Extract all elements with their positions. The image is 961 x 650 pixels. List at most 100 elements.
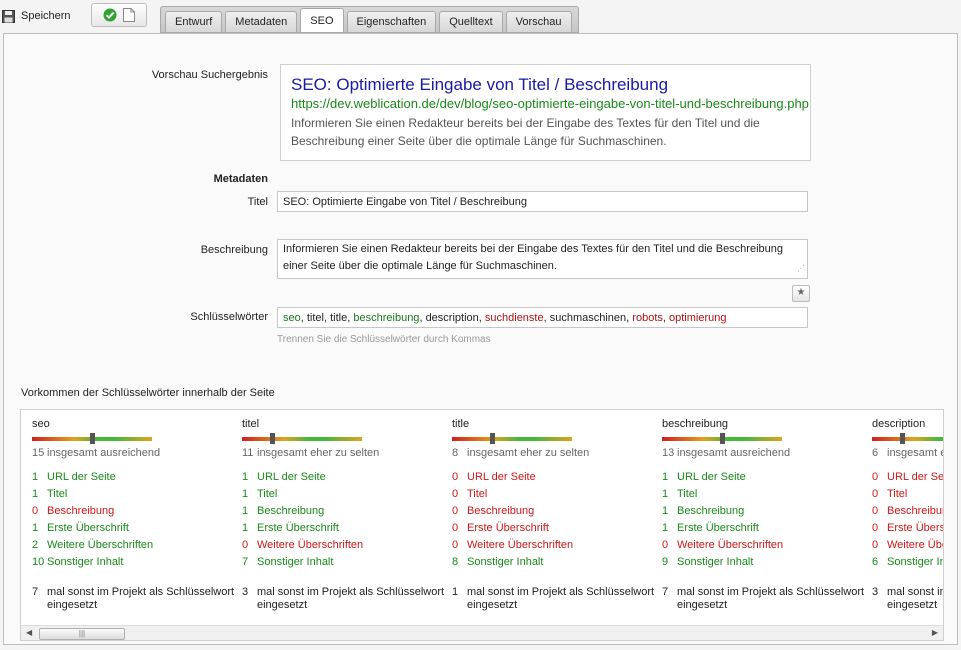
tab-label: SEO: [310, 14, 334, 27]
other-text: mal sonst im Projekt als Schlüsselwort e…: [677, 586, 865, 611]
meter-marker: [489, 433, 495, 444]
other-count: 3: [872, 586, 879, 598]
keyword-total: 13 insgesamt ausreichend: [662, 447, 790, 459]
tab-seo[interactable]: SEO: [300, 8, 344, 32]
occurrence-row: 7 Sonstiger Inhalt: [242, 556, 333, 568]
metadaten-heading: Metadaten: [213, 173, 268, 185]
occurrence-row: 1 Titel: [662, 488, 697, 500]
keywords-input[interactable]: seo, titel, title, beschreibung, descrip…: [277, 307, 808, 328]
keyword-column: titel 11 insgesamt eher zu selten 1 URL der …: [231, 410, 444, 625]
meter-marker: [270, 433, 275, 444]
preview-title: SEO: Optimierte Eingabe von Titel / Besc…: [291, 75, 669, 94]
keyword-name: seo: [32, 418, 50, 430]
occurrence-label: Titel: [467, 488, 488, 500]
occurrence-row: 0 Beschreibung: [872, 505, 943, 517]
occurrence-count: 1: [662, 505, 669, 517]
total-count: 6: [872, 447, 879, 459]
scroll-left-icon[interactable]: ◀: [26, 628, 32, 637]
occurrence-count: 2: [32, 539, 39, 551]
occurrence-label: Erste Überschrift: [257, 522, 339, 534]
occurrence-label: Weitere Überschriften: [887, 539, 943, 551]
occurrence-count: 0: [452, 522, 459, 534]
keyword-density-meter: [872, 433, 943, 444]
occurrence-label: URL der Seite: [467, 471, 536, 483]
total-text: insgesamt eher zu selten: [467, 447, 590, 459]
occurrence-label: URL der Seite: [677, 471, 746, 483]
occurrence-count: 8: [452, 556, 459, 568]
occurrence-label: Beschreibung: [47, 505, 115, 517]
scroll-thumb[interactable]: |||: [39, 628, 125, 640]
occurrence-row: 0 Titel: [872, 488, 907, 500]
occurrence-row: 1 Titel: [242, 488, 277, 500]
occurrence-count: 0: [872, 471, 879, 483]
tab-label: Vorschau: [515, 16, 562, 28]
total-text: insgesamt ausreichend: [677, 447, 791, 459]
occurrence-label: Beschreibung: [257, 505, 325, 517]
occurrence-count: 1: [242, 488, 249, 500]
other-count: 3: [242, 586, 249, 598]
horizontal-scrollbar[interactable]: ◀ ||| ▶: [21, 625, 943, 640]
occurrence-row: 6 Sonstiger Inhalt: [872, 556, 943, 568]
occurrence-count: 0: [662, 539, 669, 551]
occurrence-count: 0: [872, 522, 879, 534]
occurrence-count: 1: [662, 522, 669, 534]
occurrence-columns: seo 15 insgesamt ausreichend 1 URL der Seite…: [21, 410, 944, 625]
occurrence-row: 1 Erste Überschrift: [32, 522, 129, 534]
keyword-name: beschreibung: [662, 418, 729, 430]
occurrence-label: Weitere Überschriften: [257, 539, 364, 551]
keyword-column: description 6 insgesamt eher zu selten 0 URL…: [861, 410, 944, 625]
titel-input[interactable]: SEO: Optimierte Eingabe von Titel / Besc…: [277, 191, 808, 212]
keyword-name: title: [452, 418, 470, 430]
star-icon[interactable]: ★: [792, 285, 810, 302]
resize-grip-icon[interactable]: ⋰: [797, 260, 805, 277]
occurrence-count: 10: [32, 556, 45, 568]
occurrence-label: Beschreibung: [677, 505, 745, 517]
occurrence-row: 0 Weitere Überschriften: [242, 539, 363, 551]
tab-label: Metadaten: [235, 16, 288, 28]
tab-eigenschaften[interactable]: Eigenschaften: [346, 11, 437, 32]
occurrence-heading: Vorkommen der Schlüsselwörter innerhalb …: [21, 387, 275, 399]
occurrence-count: 1: [242, 522, 249, 534]
occurrence-count: 1: [32, 488, 39, 500]
keyword-total: 11 insgesamt eher zu selten: [242, 447, 379, 459]
occurrence-label: Titel: [47, 488, 68, 500]
occurrence-count: 0: [242, 539, 249, 551]
tab-bar: Entwurf Metadaten SEO Eigenschaften Quel…: [160, 6, 579, 33]
occurrence-label: Beschreibung: [887, 505, 943, 517]
other-text: mal sonst im Projekt als Schlüsselwort e…: [887, 586, 943, 611]
occurrence-row: 1 URL der Seite: [32, 471, 116, 483]
occurrence-count: 1: [242, 505, 249, 517]
scroll-right-icon[interactable]: ▶: [932, 628, 938, 637]
occurrence-row: 0 Erste Überschrift: [452, 522, 549, 534]
occurrence-count: 0: [872, 539, 879, 551]
total-text: insgesamt eher zu selten: [257, 447, 380, 459]
occurrence-label: Titel: [677, 488, 698, 500]
occurrence-label: Titel: [257, 488, 278, 500]
keyword-token: optimierung: [669, 312, 727, 324]
occurrence-count: 0: [32, 505, 39, 517]
tab-entwurf[interactable]: Entwurf: [165, 11, 223, 32]
occurrence-label: Sonstiger Inhalt: [677, 556, 754, 568]
keyword-column: title 8 insgesamt eher zu selten 0 URL der S…: [441, 410, 654, 625]
titel-label: Titel: [247, 196, 268, 208]
occurrence-row: 1 Beschreibung: [242, 505, 324, 517]
beschreibung-textarea[interactable]: Informieren Sie einen Redakteur bereits …: [277, 239, 808, 279]
keyword-name: description: [872, 418, 926, 430]
tab-metadaten[interactable]: Metadaten: [225, 11, 298, 32]
tab-vorschau[interactable]: Vorschau: [505, 11, 572, 32]
occurrence-label: Weitere Überschriften: [677, 539, 784, 551]
keywords-label: Schlüsselwörter: [190, 311, 268, 323]
check-document-button[interactable]: [91, 3, 147, 27]
tab-quelltext[interactable]: Quelltext: [439, 11, 503, 32]
keyword-token: titel: [306, 312, 324, 324]
occurrence-count: 0: [452, 471, 459, 483]
keyword-density-meter: [32, 433, 152, 444]
preview-description: Informieren Sie einen Redakteur bereits …: [291, 116, 760, 148]
occurrence-label: Beschreibung: [467, 505, 535, 517]
keyword-density-meter: [452, 433, 572, 444]
occurrence-row: 10 Sonstiger Inhalt: [32, 556, 123, 568]
toolbar: Speichern Entwurf Metadaten SEO Eigensch…: [0, 0, 961, 34]
floppy-disk-icon: [2, 9, 15, 23]
occurrence-label: Erste Überschrift: [887, 522, 944, 534]
save-button[interactable]: Speichern: [2, 6, 71, 26]
